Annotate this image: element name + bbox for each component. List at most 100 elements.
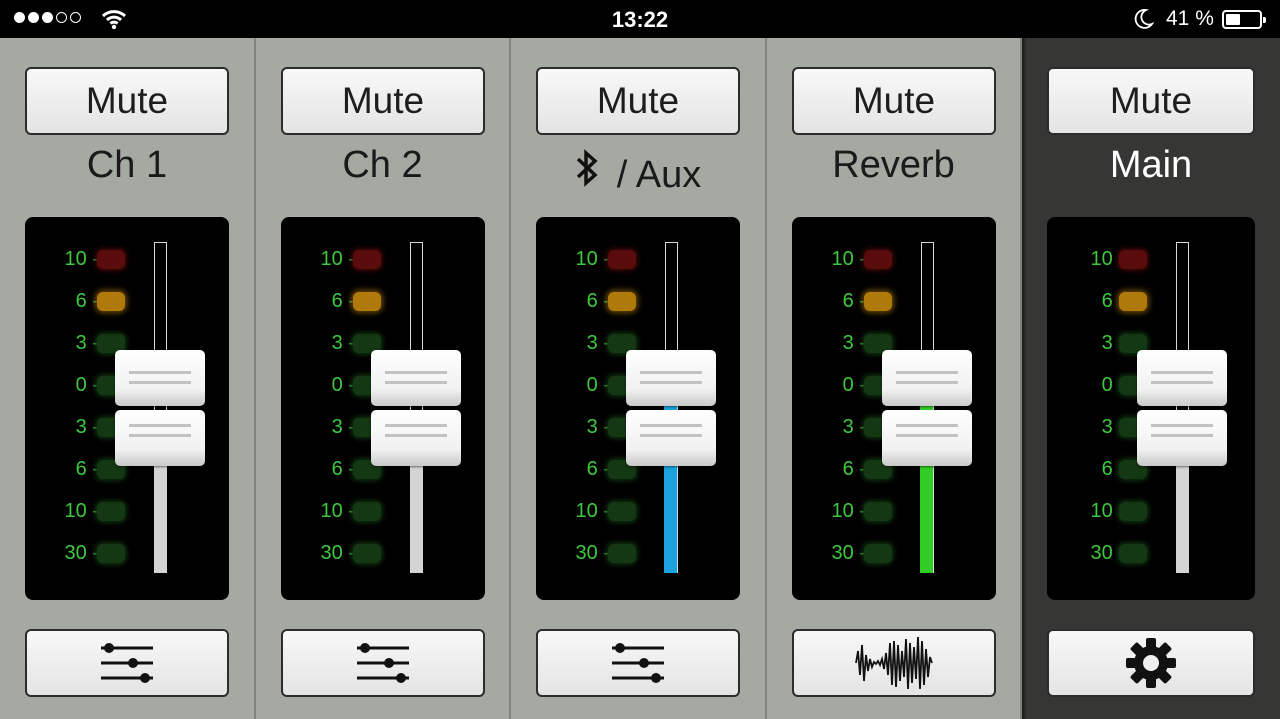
meter-scale-label: 10 - bbox=[64, 248, 99, 270]
fader-handle[interactable] bbox=[882, 350, 972, 406]
meter-scale-label: 3 - bbox=[75, 416, 99, 438]
reverb-settings-button[interactable] bbox=[792, 629, 996, 697]
meter-scale-label: 30 - bbox=[1090, 542, 1125, 564]
channel-name-label: / Aux bbox=[616, 154, 702, 196]
meter-scale-label: 3 - bbox=[842, 332, 866, 354]
meter-led bbox=[608, 544, 636, 563]
mute-button[interactable]: Mute bbox=[792, 67, 996, 135]
battery-icon bbox=[1222, 10, 1266, 29]
sliders-icon bbox=[357, 643, 409, 683]
meter-led bbox=[353, 502, 381, 521]
channel-name: Ch 1 bbox=[0, 144, 254, 187]
channel-strip-ch1: Mute Ch 1 10 - 6 - 3 - 0 - 3 - 6 - 10 - 30 - bbox=[0, 38, 256, 719]
fader-handle[interactable] bbox=[371, 350, 461, 406]
meter-scale-label: 6 - bbox=[586, 458, 610, 480]
meter-scale-label: 6 - bbox=[331, 290, 355, 312]
meter-scale-label: 3 - bbox=[331, 416, 355, 438]
meter-scale-label: 0 - bbox=[1101, 374, 1125, 396]
channel-name: / Aux bbox=[511, 144, 765, 197]
meter-scale-label: 0 - bbox=[586, 374, 610, 396]
meter-scale-label: 3 - bbox=[75, 332, 99, 354]
meter-scale-label: 6 - bbox=[75, 458, 99, 480]
fader-level-bar bbox=[154, 462, 167, 573]
meter-scale-label: 3 - bbox=[1101, 332, 1125, 354]
fader-handle[interactable] bbox=[115, 350, 205, 406]
bluetooth-icon bbox=[576, 148, 598, 187]
meter-led bbox=[97, 502, 125, 521]
eq-settings-button[interactable] bbox=[281, 629, 485, 697]
meter-led bbox=[1119, 544, 1147, 563]
sliders-icon bbox=[101, 643, 153, 683]
meter-led bbox=[353, 292, 381, 311]
mute-button[interactable]: Mute bbox=[536, 67, 740, 135]
meter-scale-label: 10 - bbox=[575, 248, 610, 270]
meter-scale-label: 10 - bbox=[320, 500, 355, 522]
eq-settings-button[interactable] bbox=[536, 629, 740, 697]
meter-scale-label: 30 - bbox=[575, 542, 610, 564]
meter-led bbox=[608, 502, 636, 521]
meter-scale-label: 0 - bbox=[331, 374, 355, 396]
moon-icon bbox=[1134, 9, 1154, 29]
channel-name: Main bbox=[1022, 144, 1280, 187]
meter-scale-label: 30 - bbox=[64, 542, 99, 564]
meter-scale-label: 0 - bbox=[842, 374, 866, 396]
channel-strip-reverb: Mute Reverb 10 - 6 - 3 - 0 - 3 - 6 - 10 - 30 - bbox=[767, 38, 1022, 719]
mute-button[interactable]: Mute bbox=[281, 67, 485, 135]
meter-led bbox=[864, 544, 892, 563]
meter-led bbox=[608, 250, 636, 269]
meter-scale-label: 10 - bbox=[575, 500, 610, 522]
meter-scale-label: 6 - bbox=[1101, 290, 1125, 312]
settings-button[interactable] bbox=[1047, 629, 1255, 697]
meter-scale-label: 10 - bbox=[64, 500, 99, 522]
mute-button[interactable]: Mute bbox=[25, 67, 229, 135]
fader-level-bar bbox=[410, 462, 423, 573]
channel-strip-ch2: Mute Ch 2 10 - 6 - 3 - 0 - 3 - 6 - 10 - 30 - bbox=[256, 38, 511, 719]
fader-handle[interactable] bbox=[115, 410, 205, 466]
meter-scale-label: 6 - bbox=[75, 290, 99, 312]
channel-name: Ch 2 bbox=[256, 144, 509, 187]
channel-name-label: Ch 1 bbox=[86, 144, 168, 186]
meter-scale-label: 30 - bbox=[320, 542, 355, 564]
meter-scale-label: 10 - bbox=[831, 248, 866, 270]
fader-level-bar bbox=[1176, 462, 1189, 573]
fader-handle[interactable] bbox=[371, 410, 461, 466]
meter-led bbox=[353, 544, 381, 563]
level-meter: 10 - 6 - 3 - 0 - 3 - 6 - 10 - 30 - bbox=[25, 217, 229, 600]
channel-name-label: Main bbox=[1109, 144, 1193, 186]
fader-handle[interactable] bbox=[626, 350, 716, 406]
fader-handle[interactable] bbox=[1137, 410, 1227, 466]
meter-led bbox=[864, 502, 892, 521]
meter-scale-label: 6 - bbox=[842, 458, 866, 480]
meter-scale-label: 6 - bbox=[331, 458, 355, 480]
meter-led bbox=[864, 250, 892, 269]
gear-icon bbox=[1126, 638, 1176, 688]
meter-scale-label: 30 - bbox=[831, 542, 866, 564]
meter-scale-label: 10 - bbox=[831, 500, 866, 522]
meter-led bbox=[353, 250, 381, 269]
level-meter: 10 - 6 - 3 - 0 - 3 - 6 - 10 - 30 - bbox=[792, 217, 996, 600]
meter-scale-label: 3 - bbox=[1101, 416, 1125, 438]
meter-led bbox=[97, 292, 125, 311]
fader-handle[interactable] bbox=[626, 410, 716, 466]
sliders-icon bbox=[612, 643, 664, 683]
meter-scale-label: 6 - bbox=[586, 290, 610, 312]
meter-scale-label: 6 - bbox=[1101, 458, 1125, 480]
mute-button[interactable]: Mute bbox=[1047, 67, 1255, 135]
meter-scale-label: 6 - bbox=[842, 290, 866, 312]
status-bar: 13:22 41 % bbox=[0, 0, 1280, 38]
channel-name: Reverb bbox=[767, 144, 1020, 187]
meter-scale-label: 0 - bbox=[75, 374, 99, 396]
meter-scale-label: 10 - bbox=[320, 248, 355, 270]
meter-led bbox=[97, 250, 125, 269]
fader-handle[interactable] bbox=[1137, 350, 1227, 406]
meter-scale-label: 3 - bbox=[586, 416, 610, 438]
channel-name-label: Reverb bbox=[832, 144, 955, 186]
eq-settings-button[interactable] bbox=[25, 629, 229, 697]
meter-led bbox=[864, 292, 892, 311]
meter-led bbox=[1119, 250, 1147, 269]
meter-scale-label: 10 - bbox=[1090, 248, 1125, 270]
meter-scale-label: 10 - bbox=[1090, 500, 1125, 522]
level-meter: 10 - 6 - 3 - 0 - 3 - 6 - 10 - 30 - bbox=[281, 217, 485, 600]
fader-handle[interactable] bbox=[882, 410, 972, 466]
channel-strip-main: Mute Main 10 - 6 - 3 - 0 - 3 - 6 - 10 - 30 - bbox=[1022, 38, 1280, 719]
